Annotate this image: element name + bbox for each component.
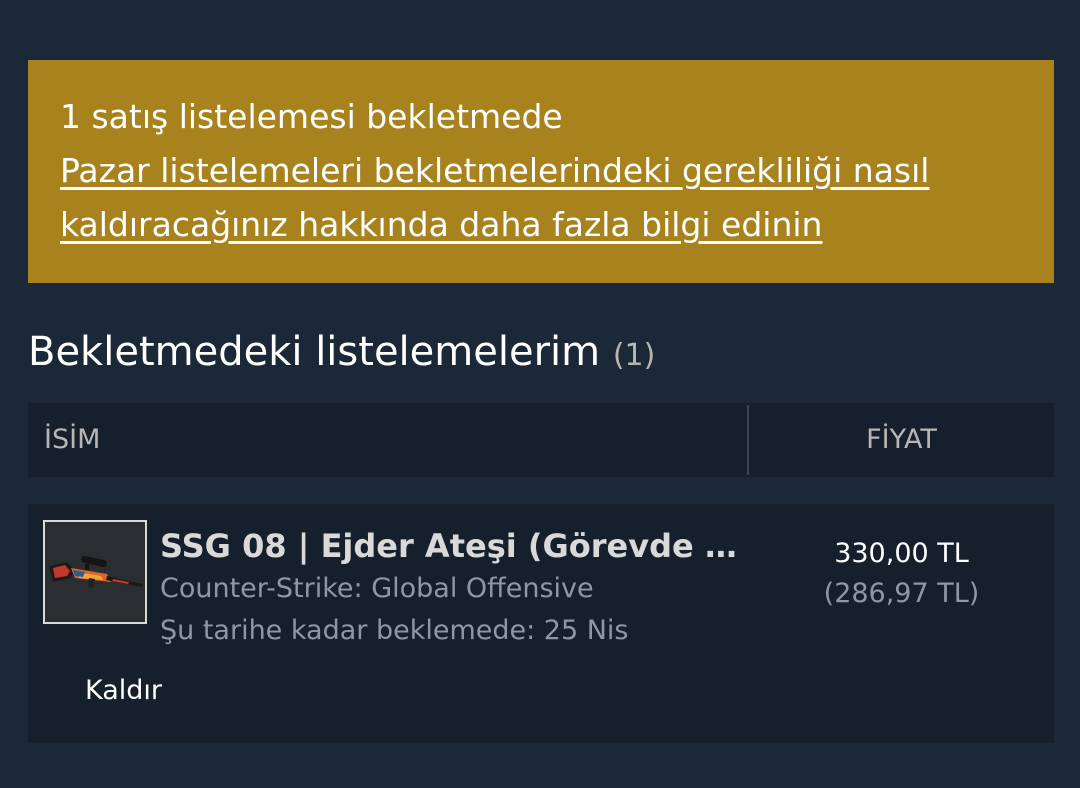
rifle-icon xyxy=(45,522,145,622)
learn-more-link-line2[interactable]: kaldıracağınız hakkında daha fazla bilgi… xyxy=(60,198,1022,252)
buyer-price: 330,00 TL xyxy=(834,538,969,569)
table-header: İSİM FİYAT xyxy=(28,403,1054,477)
listing-row: SSG 08 | Ejder Ateşi (Görevde Kullanılmı… xyxy=(28,504,1054,743)
column-header-price[interactable]: FİYAT xyxy=(749,403,1054,477)
section-heading-label: Bekletmedeki listelemelerim xyxy=(28,329,601,375)
learn-more-link-line1[interactable]: Pazar listelemeleri bekletmelerindeki ge… xyxy=(60,144,1022,198)
listing-count: (1) xyxy=(612,338,656,373)
remove-listing-button[interactable]: Kaldır xyxy=(85,672,162,710)
price-cell: 330,00 TL (286,97 TL) xyxy=(749,534,1054,614)
item-game: Counter-Strike: Global Offensive xyxy=(160,573,594,604)
notice-title: 1 satış listelemesi bekletmede xyxy=(60,97,563,136)
on-hold-notice: 1 satış listelemesi bekletmede Pazar lis… xyxy=(28,60,1054,283)
section-heading: Bekletmedeki listelemelerim (1) xyxy=(28,324,655,384)
seller-receives-price: (286,97 TL) xyxy=(823,578,980,609)
hold-until-date: Şu tarihe kadar beklemede: 25 Nis xyxy=(160,615,629,646)
column-header-name[interactable]: İSİM xyxy=(44,403,100,477)
item-name-link[interactable]: SSG 08 | Ejder Ateşi (Görevde Kullanılmı… xyxy=(160,524,750,568)
rifle-skin-image[interactable] xyxy=(43,520,147,624)
